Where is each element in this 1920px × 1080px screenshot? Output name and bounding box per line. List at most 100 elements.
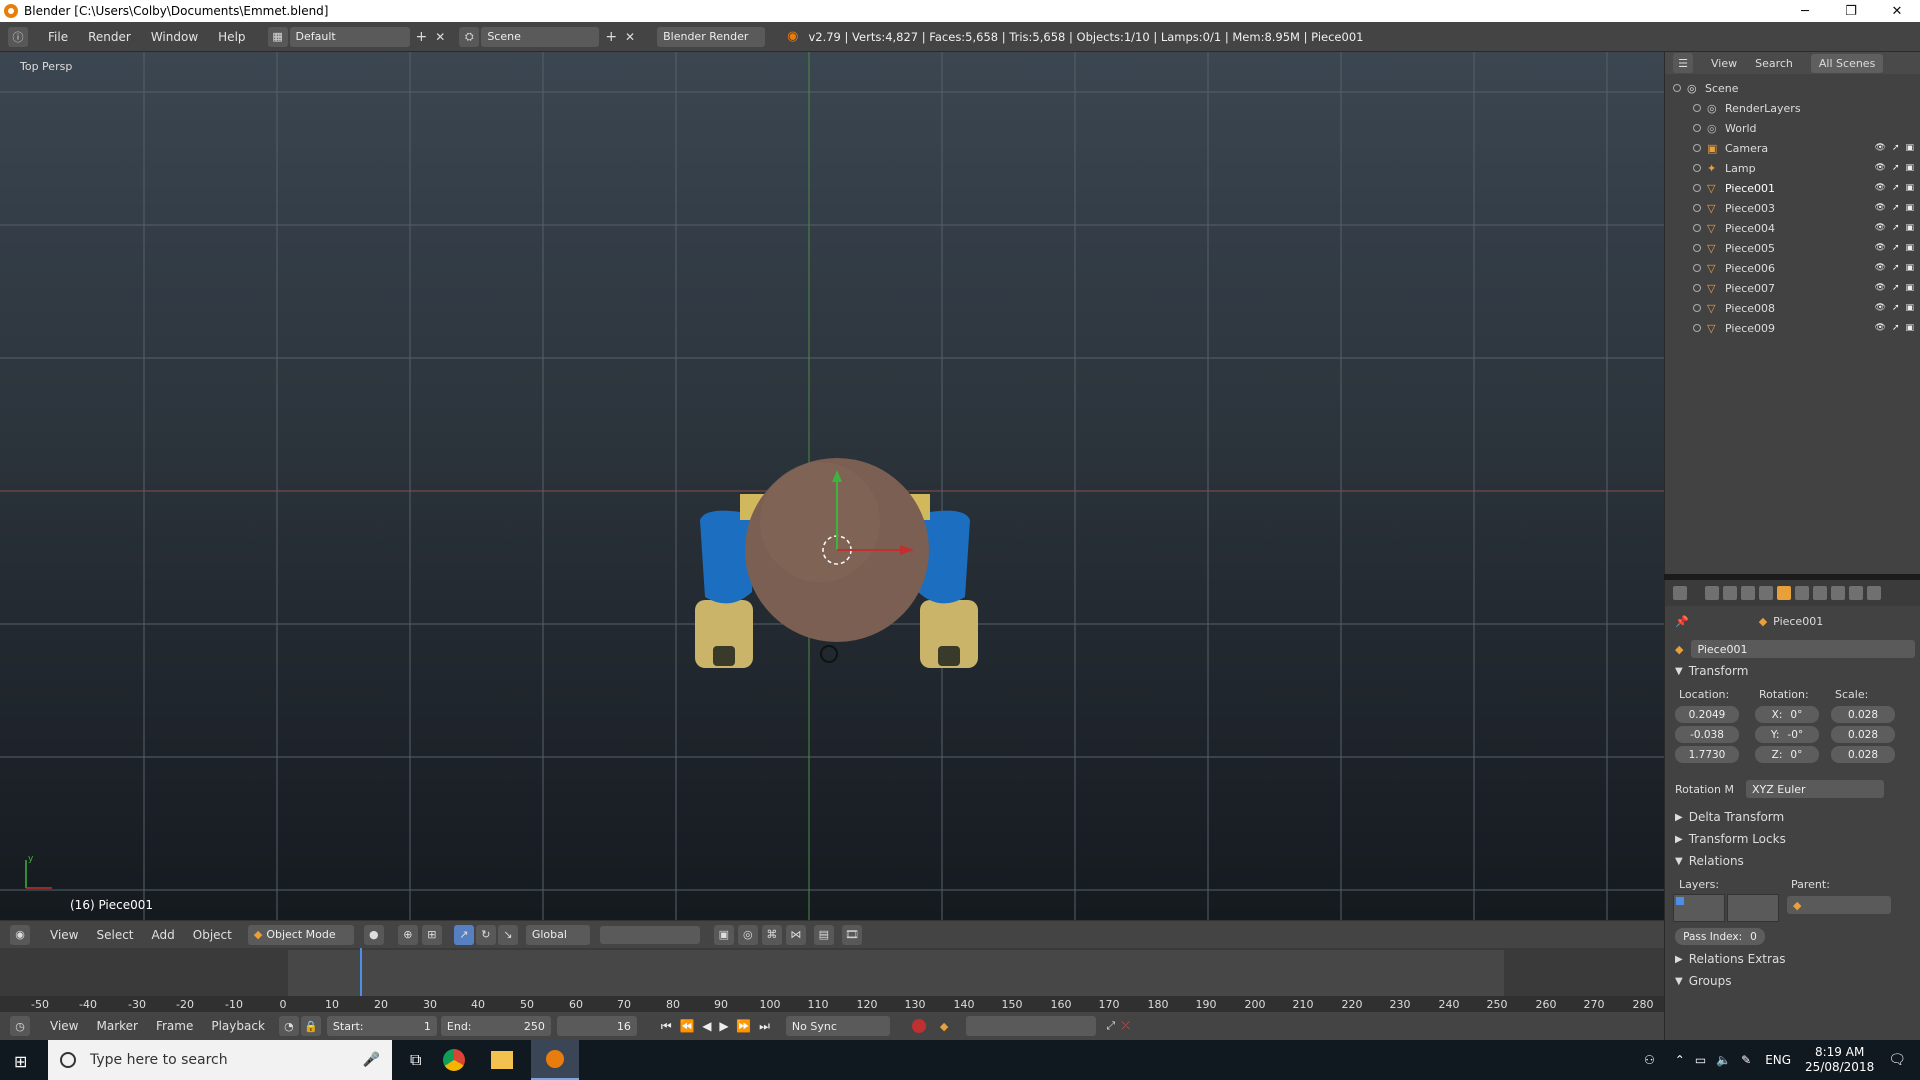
- mode-select[interactable]: ◆ Object Mode: [247, 924, 354, 945]
- volume-icon[interactable]: 🔈: [1716, 1053, 1731, 1067]
- menu-help[interactable]: Help: [218, 30, 245, 44]
- snap-element-icon[interactable]: ⋈: [785, 924, 806, 945]
- people-icon[interactable]: ⚇: [1644, 1053, 1655, 1067]
- render-layer-icon[interactable]: ▣: [713, 924, 734, 945]
- rotation-z-field[interactable]: Z: 0°: [1755, 746, 1819, 763]
- layer-buttons[interactable]: [599, 925, 700, 944]
- scene-field[interactable]: Scene: [481, 26, 600, 47]
- expand-toggle-icon[interactable]: [1693, 204, 1701, 212]
- rotation-y-field[interactable]: Y: -0°: [1755, 726, 1819, 743]
- layers-grid-a[interactable]: [1673, 894, 1725, 922]
- rotate-icon[interactable]: ↻: [475, 924, 496, 945]
- eye-icon[interactable]: 👁: [1875, 183, 1886, 193]
- timeline-editor-icon[interactable]: ◷: [10, 1016, 30, 1036]
- render-icon[interactable]: ▣: [1905, 143, 1914, 153]
- scale-icon[interactable]: ↘: [497, 924, 518, 945]
- 3d-viewport[interactable]: Top Persp y (16) Piece001: [0, 52, 1664, 920]
- render-icon[interactable]: ▣: [1905, 243, 1914, 253]
- proportional-edit-icon[interactable]: ◎: [737, 924, 758, 945]
- outliner-item-piece007[interactable]: ▽ Piece007 👁 ➚ ▣: [1665, 278, 1920, 298]
- render-tab-icon[interactable]: [1705, 586, 1719, 600]
- start-frame-field[interactable]: Start: 1: [326, 1016, 437, 1036]
- add-scene-icon[interactable]: +: [605, 29, 617, 45]
- render-animation-icon[interactable]: 🎞: [841, 924, 862, 945]
- menu-object[interactable]: Object: [193, 928, 232, 942]
- cursor-icon[interactable]: ➚: [1892, 263, 1900, 273]
- render-icon[interactable]: ▣: [1905, 323, 1914, 333]
- eye-icon[interactable]: 👁: [1875, 223, 1886, 233]
- sync-mode-select[interactable]: No Sync: [785, 1016, 890, 1036]
- render-icon[interactable]: ▣: [1905, 203, 1914, 213]
- timeline-menu-playback[interactable]: Playback: [211, 1019, 265, 1033]
- render-icon[interactable]: ▣: [1905, 183, 1914, 193]
- outliner-item-scene[interactable]: ◎ Scene: [1665, 78, 1920, 98]
- current-frame-field[interactable]: 16: [556, 1016, 637, 1036]
- expand-toggle-icon[interactable]: [1693, 224, 1701, 232]
- menu-window[interactable]: Window: [151, 30, 198, 44]
- outliner-display-mode[interactable]: All Scenes: [1810, 53, 1884, 73]
- blender-taskbar-icon[interactable]: [531, 1040, 580, 1080]
- info-editor-icon[interactable]: ⓘ: [8, 26, 28, 47]
- expand-toggle-icon[interactable]: [1693, 144, 1701, 152]
- editor-type-icon[interactable]: ◉: [10, 924, 30, 945]
- snap-icon[interactable]: ⌘: [761, 924, 782, 945]
- outliner-item-lamp[interactable]: ✦ Lamp 👁 ➚ ▣: [1665, 158, 1920, 178]
- properties-editor[interactable]: 📌 ◆ Piece001 ◆ Piece001 ▼ Transform Loca…: [1664, 580, 1920, 1040]
- clock[interactable]: 8:19 AM 25/08/2018: [1805, 1045, 1874, 1075]
- eye-icon[interactable]: 👁: [1875, 143, 1886, 153]
- timeline-menu-view[interactable]: View: [50, 1019, 78, 1033]
- windows-start-icon[interactable]: ⊞: [14, 1052, 27, 1071]
- outliner-editor-icon[interactable]: ☰: [1673, 53, 1693, 73]
- eye-icon[interactable]: 👁: [1875, 163, 1886, 173]
- properties-editor-icon[interactable]: [1673, 586, 1687, 600]
- scale-y-field[interactable]: 0.028: [1831, 726, 1895, 743]
- world-tab-icon[interactable]: [1759, 586, 1773, 600]
- language-indicator[interactable]: ENG: [1765, 1053, 1791, 1067]
- network-icon[interactable]: ▭: [1695, 1053, 1706, 1067]
- playback-controls[interactable]: ⏮ ⏪ ◀ ▶ ⏩ ⏭: [661, 1019, 772, 1034]
- add-layout-icon[interactable]: +: [416, 29, 428, 45]
- pin-icon[interactable]: 📌: [1675, 615, 1689, 628]
- end-frame-field[interactable]: End: 250: [440, 1016, 551, 1036]
- eye-icon[interactable]: 👁: [1875, 243, 1886, 253]
- constraints-tab-icon[interactable]: [1795, 586, 1809, 600]
- expand-toggle-icon[interactable]: [1693, 304, 1701, 312]
- keying-set-field[interactable]: [966, 1016, 1097, 1036]
- keying-set-icon[interactable]: ◆: [940, 1020, 948, 1033]
- menu-add[interactable]: Add: [152, 928, 175, 942]
- transform-locks-panel[interactable]: ▶ Transform Locks: [1665, 828, 1920, 850]
- opengl-render-icon[interactable]: ▤: [813, 924, 834, 945]
- layers-grid-b[interactable]: [1727, 894, 1779, 922]
- timeline-area[interactable]: -50 -40 -30 -20 -10 0 10 20 30 40 50 60 …: [0, 948, 1664, 1012]
- transform-orientation-select[interactable]: Global: [525, 924, 590, 945]
- relations-extras-panel[interactable]: ▶ Relations Extras: [1665, 948, 1920, 970]
- cursor-icon[interactable]: ➚: [1892, 223, 1900, 233]
- menu-file[interactable]: File: [48, 30, 68, 44]
- eye-icon[interactable]: 👁: [1875, 263, 1886, 273]
- scene-tab-icon[interactable]: [1741, 586, 1755, 600]
- cursor-icon[interactable]: ➚: [1892, 303, 1900, 313]
- material-tab-icon[interactable]: [1849, 586, 1863, 600]
- render-layers-tab-icon[interactable]: [1723, 586, 1737, 600]
- cursor-icon[interactable]: ➚: [1892, 323, 1900, 333]
- cursor-icon[interactable]: ➚: [1892, 143, 1900, 153]
- expand-toggle-icon[interactable]: [1693, 264, 1701, 272]
- eye-icon[interactable]: 👁: [1875, 303, 1886, 313]
- eye-icon[interactable]: 👁: [1875, 283, 1886, 293]
- menu-view[interactable]: View: [50, 928, 78, 942]
- expand-toggle-icon[interactable]: [1693, 324, 1701, 332]
- outliner-item-renderlayers[interactable]: ◎ RenderLayers: [1665, 98, 1920, 118]
- outliner[interactable]: ☰ View Search All Scenes ◎ Scene ◎ RenderLa…: [1664, 52, 1920, 574]
- render-icon[interactable]: ▣: [1905, 303, 1914, 313]
- transform-panel-header[interactable]: ▼ Transform: [1665, 660, 1920, 682]
- insert-keyframe-icon[interactable]: ⤢: [1106, 1019, 1115, 1033]
- chrome-icon[interactable]: [443, 1049, 466, 1071]
- render-icon[interactable]: ▣: [1905, 163, 1914, 173]
- close-button[interactable]: ✕: [1874, 0, 1920, 22]
- frame-ruler[interactable]: -50 -40 -30 -20 -10 0 10 20 30 40 50 60 …: [0, 996, 1664, 1012]
- expand-toggle-icon[interactable]: [1693, 244, 1701, 252]
- viewport-canvas[interactable]: [0, 52, 1664, 920]
- outliner-item-piece004[interactable]: ▽ Piece004 👁 ➚ ▣: [1665, 218, 1920, 238]
- outliner-item-piece009[interactable]: ▽ Piece009 👁 ➚ ▣: [1665, 318, 1920, 338]
- data-tab-icon[interactable]: [1831, 586, 1845, 600]
